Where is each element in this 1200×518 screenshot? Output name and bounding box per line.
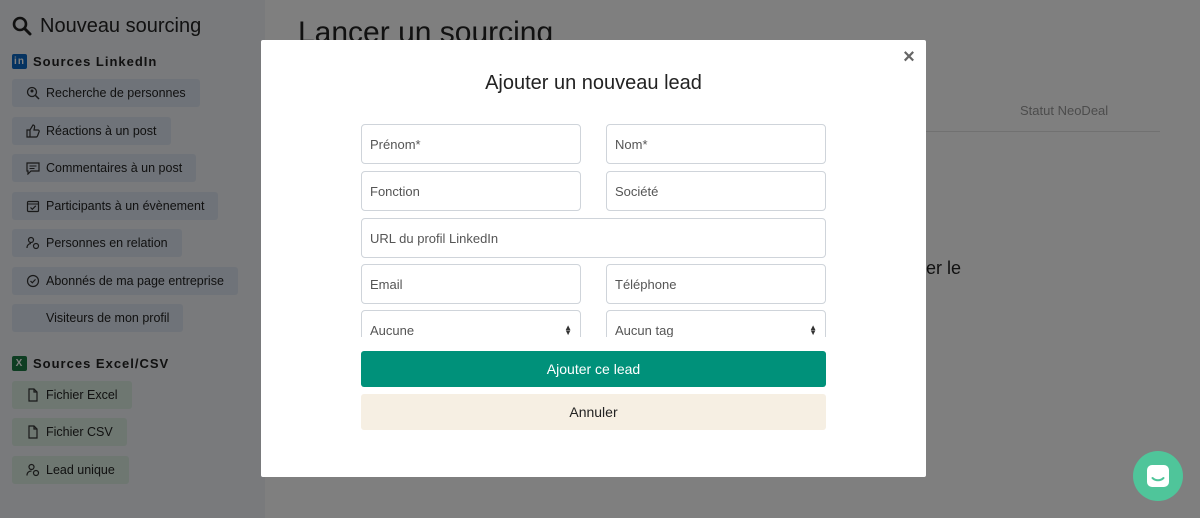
close-icon[interactable]: × (900, 46, 918, 68)
company-field[interactable] (606, 171, 826, 211)
last-name-field[interactable] (606, 124, 826, 164)
function-input[interactable] (370, 183, 572, 199)
add-lead-button[interactable]: Ajouter ce lead (361, 351, 826, 387)
first-name-field[interactable] (361, 124, 581, 164)
chat-launcher-button[interactable] (1133, 451, 1183, 501)
cancel-button[interactable]: Annuler (361, 394, 826, 430)
last-name-input[interactable] (615, 136, 817, 152)
list-select[interactable]: Aucune ▲ ▼ (361, 310, 581, 337)
email-input[interactable] (370, 276, 572, 292)
linkedin-url-field[interactable] (361, 218, 826, 258)
select-arrows-icon: ▲ ▼ (564, 323, 572, 337)
select-arrows-icon: ▲ ▼ (809, 323, 817, 337)
modal-title: Ajouter un nouveau lead (485, 72, 702, 94)
email-field[interactable] (361, 264, 581, 304)
first-name-input[interactable] (370, 136, 572, 152)
tag-select-value: Aucun tag (615, 322, 674, 338)
phone-field[interactable] (606, 264, 826, 304)
tag-select[interactable]: Aucun tag ▲ ▼ (606, 310, 826, 337)
phone-input[interactable] (615, 276, 817, 292)
function-field[interactable] (361, 171, 581, 211)
company-input[interactable] (615, 183, 817, 199)
add-lead-modal: × Ajouter un nouveau lead Aucune ▲▼ Aucu… (261, 40, 926, 477)
chat-icon (1147, 465, 1169, 487)
linkedin-url-input[interactable] (370, 230, 817, 246)
scroll-clip-region: Aucune ▲ ▼ Aucun tag ▲ ▼ (361, 310, 826, 337)
list-select-value: Aucune (370, 322, 415, 338)
